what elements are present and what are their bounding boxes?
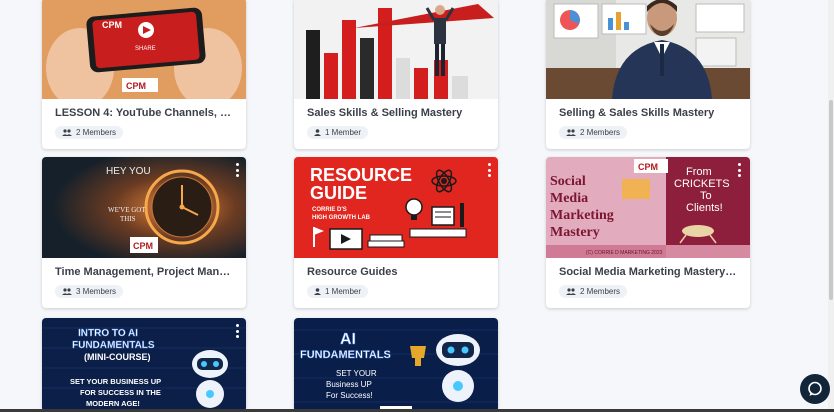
person-icon — [314, 129, 321, 136]
svg-text:Clients!: Clients! — [686, 202, 723, 214]
svg-text:Social: Social — [550, 174, 586, 189]
people-icon — [566, 129, 576, 136]
chat-icon — [808, 381, 822, 396]
member-count-label: 1 Member — [325, 287, 362, 296]
svg-text:Media: Media — [550, 191, 588, 206]
member-count-label: 3 Members — [76, 287, 117, 296]
member-count-badge: 3 Members — [55, 285, 124, 298]
course-thumbnail[interactable]: CPM Social Media Marketing Mastery From … — [546, 157, 750, 258]
svg-text:CORRIE D'S: CORRIE D'S — [312, 207, 347, 213]
member-count-label: 2 Members — [580, 128, 621, 137]
person-icon — [314, 288, 321, 295]
svg-text:HIGH GROWTH LAB: HIGH GROWTH LAB — [312, 215, 371, 221]
course-title[interactable]: Time Management, Project Mana... — [55, 266, 234, 278]
scrollbar[interactable] — [828, 0, 834, 412]
svg-text:(MINI-COURSE): (MINI-COURSE) — [84, 352, 151, 362]
svg-text:HEY YOU: HEY YOU — [106, 166, 151, 177]
svg-text:CRICKETS: CRICKETS — [674, 178, 730, 190]
svg-text:CPM: CPM — [126, 81, 146, 91]
svg-text:WE'VE GOT: WE'VE GOT — [108, 206, 146, 214]
more-vertical-icon[interactable] — [236, 324, 240, 338]
svg-text:FOR SUCCESS IN THE: FOR SUCCESS IN THE — [80, 388, 161, 397]
member-count-badge: 2 Members — [55, 126, 124, 139]
course-thumbnail[interactable]: INTRO TO AI FUNDAMENTALS (MINI-COURSE) S… — [42, 318, 246, 412]
svg-text:To: To — [700, 190, 712, 202]
course-thumbnail[interactable]: HEY YOU WE'VE GOT THIS CPM — [42, 157, 246, 258]
course-thumbnail[interactable] — [294, 0, 498, 99]
svg-text:(C) CORRIE D MARKETING 2023: (C) CORRIE D MARKETING 2023 — [586, 250, 663, 256]
svg-text:CPM: CPM — [638, 162, 658, 172]
scrollbar-thumb[interactable] — [829, 100, 833, 300]
people-icon — [566, 288, 576, 295]
chat-launcher-button[interactable] — [800, 374, 830, 404]
people-icon — [62, 288, 72, 295]
member-count-label: 1 Member — [325, 128, 362, 137]
svg-text:INTRO TO AI: INTRO TO AI — [78, 328, 138, 339]
svg-text:CPM: CPM — [133, 241, 153, 251]
course-thumbnail[interactable]: CPM SHARE CPM — [42, 0, 246, 99]
course-title[interactable]: Social Media Marketing Mastery: ... — [559, 266, 738, 278]
member-count-badge: 1 Member — [307, 126, 369, 139]
member-count-badge: 1 Member — [307, 285, 369, 298]
course-card[interactable]: CPM Social Media Marketing Mastery From … — [546, 157, 750, 308]
svg-text:AI: AI — [340, 331, 356, 348]
svg-text:Business UP: Business UP — [326, 380, 372, 389]
course-title[interactable]: Selling & Sales Skills Mastery — [559, 107, 738, 119]
more-vertical-icon[interactable] — [488, 163, 492, 177]
svg-text:GUIDE: GUIDE — [310, 183, 367, 203]
svg-text:Mastery: Mastery — [550, 225, 600, 240]
course-thumbnail[interactable] — [546, 0, 750, 99]
course-card[interactable]: INTRO TO AI FUNDAMENTALS (MINI-COURSE) S… — [42, 318, 246, 412]
svg-text:MODERN AGE!: MODERN AGE! — [86, 399, 140, 408]
course-card[interactable]: Sales Skills & Selling Mastery 1 Member — [294, 0, 498, 149]
svg-text:CPM: CPM — [102, 20, 122, 30]
course-title[interactable]: LESSON 4: YouTube Channels, Vid... — [55, 107, 234, 119]
course-card[interactable]: Selling & Sales Skills Mastery 2 Members — [546, 0, 750, 149]
course-card[interactable]: AI FUNDAMENTALS SET YOUR Business UP For… — [294, 318, 498, 412]
people-icon — [62, 129, 72, 136]
svg-text:SHARE: SHARE — [135, 46, 156, 52]
more-vertical-icon[interactable] — [738, 163, 742, 177]
svg-text:THIS: THIS — [120, 215, 136, 223]
member-count-label: 2 Members — [76, 128, 117, 137]
svg-text:FUNDAMENTALS: FUNDAMENTALS — [72, 340, 155, 351]
svg-text:For Success!: For Success! — [326, 391, 373, 400]
course-thumbnail[interactable]: RESOURCE GUIDE CORRIE D'S HIGH GROWTH LA… — [294, 157, 498, 258]
course-title[interactable]: Resource Guides — [307, 266, 486, 278]
course-title[interactable]: Sales Skills & Selling Mastery — [307, 107, 486, 119]
svg-text:Marketing: Marketing — [550, 208, 614, 223]
member-count-badge: 2 Members — [559, 126, 628, 139]
member-count-badge: 2 Members — [559, 285, 628, 298]
svg-text:SET YOUR BUSINESS UP: SET YOUR BUSINESS UP — [70, 377, 161, 386]
svg-text:FUNDAMENTALS: FUNDAMENTALS — [300, 349, 391, 361]
course-card[interactable]: HEY YOU WE'VE GOT THIS CPM Time Manageme… — [42, 157, 246, 308]
svg-text:From: From — [686, 166, 712, 178]
member-count-label: 2 Members — [580, 287, 621, 296]
svg-text:SET YOUR: SET YOUR — [336, 369, 377, 378]
svg-text:RESOURCE: RESOURCE — [310, 165, 412, 185]
course-thumbnail[interactable]: AI FUNDAMENTALS SET YOUR Business UP For… — [294, 318, 498, 412]
more-vertical-icon[interactable] — [236, 163, 240, 177]
course-card[interactable]: CPM SHARE CPM LESSON 4: YouTube Channels… — [42, 0, 246, 149]
course-card[interactable]: RESOURCE GUIDE CORRIE D'S HIGH GROWTH LA… — [294, 157, 498, 308]
